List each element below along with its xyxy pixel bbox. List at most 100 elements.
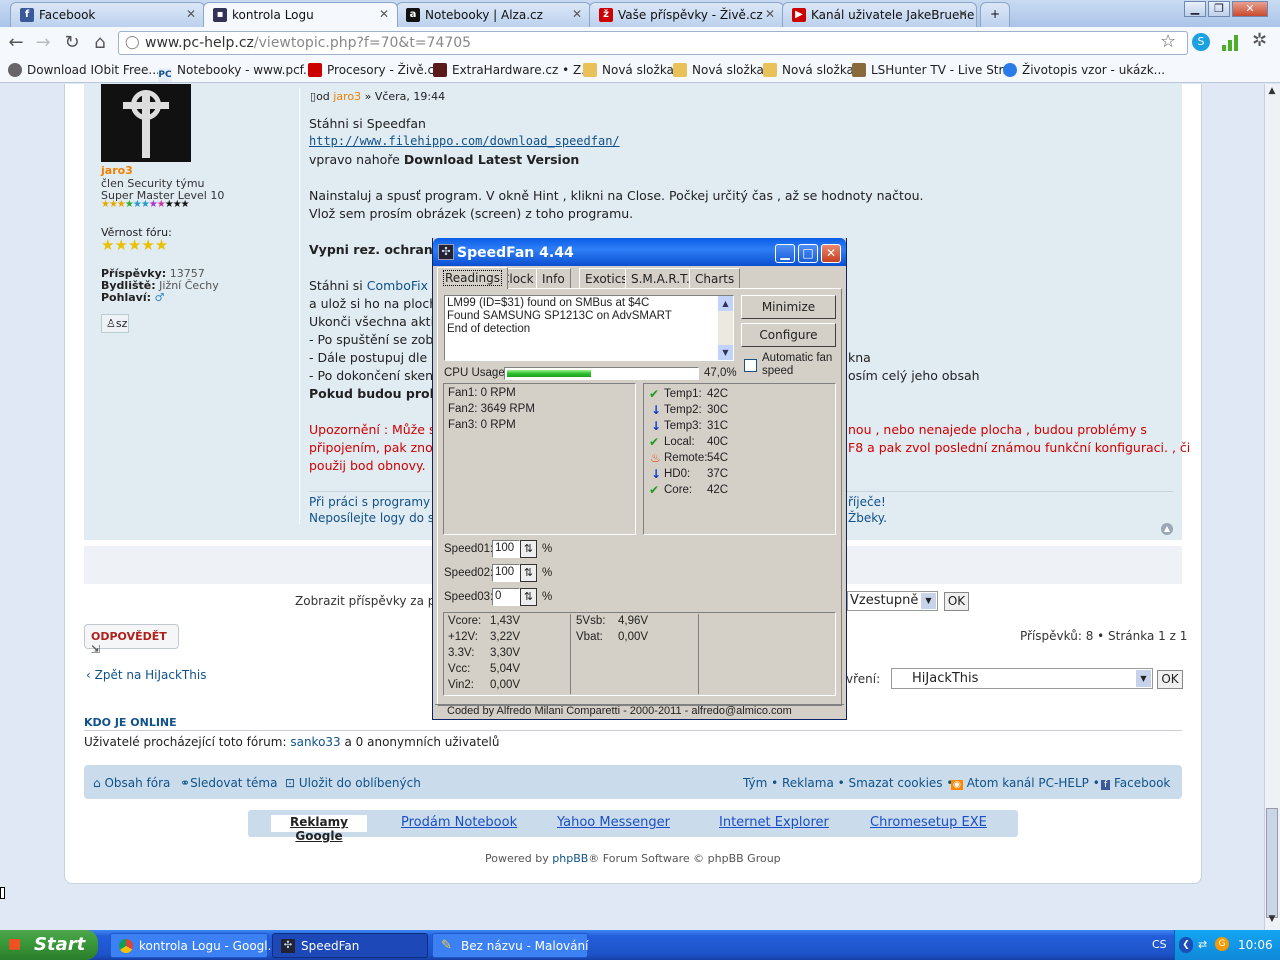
footer-index-link[interactable]: ⌂ Obsah fóra [93,776,170,790]
scroll-down-icon[interactable]: ▼ [718,345,733,360]
pm-button[interactable]: ♙sz [101,314,129,333]
tab-alza[interactable]: a Notebooky | Alza.cz ✕ [396,2,591,27]
speedfan-maximize-button[interactable]: □ [798,244,818,263]
bookmark-star-icon[interactable]: ☆ [1160,31,1176,52]
tab-youtube[interactable]: ▶ Kanál uživatele JakeBruene - Y ✕ [782,2,977,27]
windows-logo-icon: ■ [8,936,22,952]
close-tab-icon[interactable]: ✕ [765,7,775,21]
bookmark-folder-3[interactable]: Nová složka [763,63,854,77]
author-name[interactable]: jaro3 [101,164,133,177]
reload-icon[interactable]: ↻ [61,32,83,54]
warning-line-3: použij bod obnovy. [309,458,426,473]
page-icon: ▪ [213,8,227,22]
tab-smart[interactable]: S.M.A.R.T. [625,268,696,288]
avast-icon[interactable]: G [1215,937,1229,951]
jump-to-select[interactable]: HiJackThis ▼ [891,668,1153,689]
close-tab-icon[interactable]: ✕ [379,7,389,21]
bookmark-pcf[interactable]: PC Notebooky - www.pcf... [158,63,314,82]
wrench-icon[interactable]: ✲ [1252,30,1267,51]
page-info-icon: ◯ [125,35,140,50]
back-link[interactable]: ‹ Zpět na HiJackThis [86,668,206,682]
back-icon[interactable]: ← [5,32,27,54]
address-bar[interactable]: ◯ www.pc-help.cz/viewtopic.php?f=70&t=747… [118,31,1188,55]
close-tab-icon[interactable]: ✕ [572,7,582,21]
fan-reading: Fan3: 0 RPM [448,419,516,431]
tab-charts[interactable]: Charts [689,268,741,288]
jump-ok-button[interactable]: OK [1157,670,1183,689]
facebook-icon: f [1101,780,1111,790]
speed03-input[interactable]: 0 [492,588,520,606]
footer-watch-link[interactable]: ⚭Sledovat téma [180,776,277,790]
speed02-spin-icon[interactable]: ⇅ [520,564,537,582]
reply-button[interactable]: ODPOVĚDĚT ⇲ [84,624,179,656]
speed02-input[interactable]: 100 [492,564,520,582]
network-icon[interactable]: ⇄ [1198,938,1207,951]
bookmark-zivotopis[interactable]: Životopis vzor - ukázk... [1003,63,1165,77]
bookmark-extrahardware[interactable]: ExtraHardware.cz • Z... [433,63,593,77]
tab-zive[interactable]: ž Vaše příspěvky - Živě.cz ✕ [589,2,784,27]
scroll-up-icon[interactable]: ▲ [718,296,733,311]
home-icon[interactable]: ⌂ [89,32,111,54]
bookmark-lshunter[interactable]: LSHunter TV - Live Str... [852,63,1014,77]
new-tab-button[interactable]: + [980,2,1010,27]
skype-icon[interactable]: S [1192,33,1210,51]
scroll-down-icon[interactable]: ▼ [1265,914,1279,928]
ad-link-notebook[interactable]: Prodám Notebook [401,815,517,830]
bookmark-folder-1[interactable]: Nová složka [583,63,674,77]
bookmark-procesory[interactable]: Procesory - Živě.cz [308,63,440,77]
log-scrollbar[interactable]: ▲ ▼ [718,296,733,360]
maximize-window-button[interactable]: ❐ [1208,1,1230,17]
scroll-thumb[interactable] [1266,808,1278,918]
scroll-up-icon[interactable]: ▲ [1265,86,1279,100]
bookmark-iobit[interactable]: Download IObit Free... [8,63,160,77]
minimize-button[interactable]: Minimize [741,295,836,319]
speed01-spin-icon[interactable]: ⇅ [520,540,537,558]
configure-button[interactable]: Configure [741,323,836,347]
gender-stat: Pohlaví: ♂ [101,291,165,304]
google-ads-label[interactable]: Reklamy Google [271,815,367,843]
tab-info[interactable]: Info [536,268,571,288]
close-tab-icon[interactable]: ✕ [186,7,196,21]
minimize-window-button[interactable]: ▁ [1184,1,1206,17]
taskbar-item-speedfan[interactable]: ✣ SpeedFan [272,933,428,958]
footer-right-links[interactable]: Tým • Reklama • Smazat cookies • [743,776,953,790]
signal-icon[interactable] [1222,35,1240,51]
speedfan-link[interactable]: http://www.filehippo.com/download_speedf… [309,134,620,148]
loyalty-stars-icon: ★★★★★ [101,236,169,254]
taskbar-item-chrome[interactable]: kontrola Logu - Googl... [110,933,279,958]
start-button[interactable]: ■ Start [0,930,98,960]
post-line-4: Nainstaluj a spusť program. V okně Hint … [309,188,924,203]
ad-link-ie[interactable]: Internet Explorer [719,815,829,830]
close-tab-icon[interactable]: ✕ [958,7,968,21]
combofix-link[interactable]: ComboFix ( [367,278,437,293]
chevron-left-icon[interactable]: ❮ [1179,937,1193,953]
ad-link-chrome[interactable]: Chromesetup EXE [870,815,987,830]
voltage-value: 3,30V [490,647,521,659]
back-to-top-icon[interactable]: ▲ [1161,523,1173,535]
taskbar-item-paint[interactable]: ✎ Bez názvu - Malování [432,933,588,958]
speed01-input[interactable]: 100 [492,540,520,558]
language-indicator[interactable]: CS [1152,938,1167,951]
post-count: Příspěvků: 8 • Stránka 1 z 1 [1020,629,1188,643]
close-window-button[interactable]: ✕ [1232,1,1268,17]
footer-bookmark-link[interactable]: ⊡ Uložit do oblíbených [285,776,421,790]
folder-icon [673,63,687,77]
speedfan-close-button[interactable]: ✕ [821,244,841,263]
speedfan-minimize-button[interactable]: ▁ [775,244,795,263]
page-scrollbar[interactable] [1264,84,1280,930]
forward-icon[interactable]: → [32,32,54,54]
post-line-9: Ukonči všechna aktiv [309,314,442,329]
tab-facebook[interactable]: f Facebook ✕ [10,2,205,27]
speed03-spin-icon[interactable]: ⇅ [520,588,537,606]
sort-ok-button[interactable]: OK [944,592,969,611]
ad-link-yahoo[interactable]: Yahoo Messenger [557,815,670,830]
iobit-icon [8,63,22,77]
auto-fan-checkbox[interactable] [744,359,757,372]
bookmark-folder-2[interactable]: Nová složka [673,63,764,77]
tab-kontrola-logu[interactable]: ▪ kontrola Logu ✕ [203,2,398,27]
footer-atom-link[interactable]: ◉ Atom kanál PC-HELP • [951,776,1100,790]
tab-readings[interactable]: Readings [437,267,508,289]
footer-facebook-link[interactable]: f Facebook [1101,776,1170,790]
sort-direction-select[interactable]: Vzestupně ▼ [847,591,938,611]
voltage-value: 0,00V [490,679,521,691]
